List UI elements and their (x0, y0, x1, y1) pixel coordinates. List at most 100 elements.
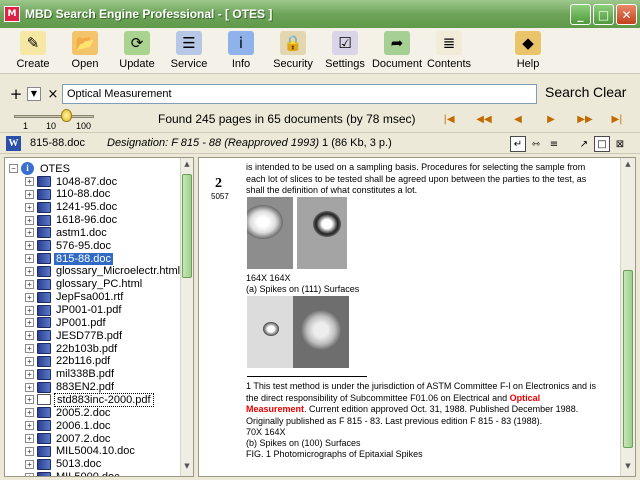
slider-tick-label: 10 (46, 121, 57, 131)
previous-document-icon[interactable]: ◀◀ (476, 112, 492, 126)
tree-item[interactable]: + mil338B.pdf (25, 368, 116, 381)
tree-root[interactable]: − i OTES (9, 162, 72, 175)
scroll-up-icon[interactable]: ▲ (623, 160, 633, 172)
expand-icon[interactable]: + (25, 434, 34, 443)
expand-icon[interactable]: + (25, 472, 34, 476)
expand-icon[interactable]: + (25, 408, 34, 418)
add-term-button[interactable]: + (9, 85, 23, 103)
tree-item[interactable]: +883EN2.pdf (25, 381, 116, 394)
document-book-icon (37, 201, 51, 213)
toolbar-open-button[interactable]: 📂 Open (62, 28, 108, 70)
scroll-down-icon[interactable]: ▼ (623, 462, 633, 474)
expand-icon[interactable]: + (25, 356, 34, 366)
search-button[interactable]: Search (545, 84, 589, 100)
maximize-button[interactable]: □ (593, 4, 614, 25)
toolbar-settings-button[interactable]: ☑ Settings (322, 28, 368, 70)
pointer-tool-icon[interactable]: ↗ (576, 136, 592, 152)
expand-icon[interactable]: + (25, 305, 34, 315)
tree-item[interactable]: + JP001-01.pdf (25, 304, 123, 317)
tree-item[interactable]: + MIL5000.doc (25, 471, 122, 476)
toolbar-security-button[interactable]: 🔒 Security (270, 28, 316, 70)
expand-icon[interactable]: + (25, 395, 34, 405)
scroll-up-icon[interactable]: ▲ (182, 160, 192, 172)
tree-item[interactable]: +5013.doc (25, 458, 103, 471)
tree-item[interactable]: +576-95.doc (25, 239, 113, 252)
search-input[interactable] (62, 84, 537, 104)
clear-button[interactable]: Clear (593, 84, 626, 100)
expand-icon[interactable]: + (25, 202, 34, 212)
expand-icon[interactable]: + (25, 228, 34, 238)
split-view-icon[interactable]: ⇿ (528, 136, 544, 152)
next-page-icon[interactable]: ▶ (543, 112, 559, 126)
first-result-icon[interactable]: |◀ (441, 112, 457, 126)
tree-item[interactable]: + MIL5004.10.doc (25, 445, 137, 458)
search-history-dropdown[interactable]: ▼ (27, 87, 41, 101)
expand-icon[interactable]: + (25, 177, 34, 186)
tree-item[interactable]: + glossary_Microelectr.html (25, 265, 181, 278)
tree-root-label: OTES (40, 162, 70, 175)
relevance-slider-thumb[interactable] (61, 109, 72, 122)
viewer-scroll-thumb[interactable] (623, 270, 633, 448)
close-button[interactable]: ✕ (616, 4, 637, 25)
next-document-icon[interactable]: ▶▶ (577, 112, 593, 126)
page-view-icon[interactable]: □ (594, 136, 610, 152)
tree-item[interactable]: +1618-96.doc (25, 214, 119, 227)
tree-item[interactable]: +1048-87.doc (25, 175, 119, 188)
tree-item[interactable]: + astm1.doc (25, 226, 109, 239)
last-result-icon[interactable]: ▶| (609, 112, 625, 126)
document-book-icon (37, 330, 51, 342)
tree-item[interactable]: +2005.2.doc (25, 406, 112, 419)
remove-term-button[interactable]: × (47, 87, 59, 102)
toolbar-document-button[interactable]: ➦ Document (372, 28, 422, 70)
tree-item[interactable]: +22b103b.pdf (25, 342, 119, 355)
tree-item[interactable]: +110-88.doc (25, 188, 112, 201)
previous-page-icon[interactable]: ◀ (510, 112, 526, 126)
expand-icon[interactable]: + (25, 369, 34, 379)
tree-item[interactable]: +2006.1.doc (25, 419, 112, 432)
expand-icon[interactable]: + (25, 382, 34, 392)
minimize-button[interactable]: _ (570, 4, 591, 25)
expand-icon[interactable]: + (25, 292, 34, 302)
tree-scrollbar[interactable]: ▲ ▼ (180, 158, 193, 476)
tree-item[interactable]: +2007.2.doc (25, 432, 112, 445)
toolbar-help-button[interactable]: ◆ Help (505, 28, 551, 70)
expand-icon[interactable]: + (25, 279, 34, 289)
expand-icon[interactable]: + (25, 344, 34, 354)
scroll-down-icon[interactable]: ▼ (182, 462, 192, 474)
collapse-icon[interactable]: − (9, 164, 18, 173)
expand-icon[interactable]: + (25, 331, 34, 341)
expand-icon[interactable]: + (25, 241, 34, 251)
document-book-icon (37, 355, 51, 367)
expand-icon[interactable]: + (25, 459, 34, 469)
close-document-icon[interactable]: ⊠ (612, 136, 628, 152)
list-view-icon[interactable]: ≡ (546, 136, 562, 152)
document-tree[interactable]: − i OTES +1048-87.doc +110-88.doc +1241-95.do… (4, 157, 194, 477)
expand-icon[interactable]: + (25, 318, 34, 328)
tree-item[interactable]: +22b116.pdf (25, 355, 112, 368)
toolbar-info-button[interactable]: i Info (218, 28, 264, 70)
viewer-scrollbar[interactable]: ▲ ▼ (620, 158, 635, 476)
tree-item[interactable]: +1241-95.doc (25, 201, 119, 214)
document-viewer[interactable]: 2 5057 is intended to be used on a sampl… (198, 157, 636, 477)
tree-item-label: 5013.doc (56, 458, 102, 471)
relevance-slider-track[interactable] (14, 115, 94, 118)
tree-item[interactable]: + JepFsa001.rtf (25, 291, 125, 304)
tree-item[interactable]: + JP001.pdf (25, 316, 108, 329)
expand-icon[interactable]: + (25, 421, 34, 431)
expand-icon[interactable]: + (25, 215, 34, 225)
tree-item[interactable]: + std883inc-2000.pdf (25, 392, 154, 407)
wrap-text-icon[interactable]: ↵ (510, 136, 526, 152)
toolbar-service-button[interactable]: ☰ Service (166, 28, 212, 70)
results-summary: Found 245 pages in 65 documents (by 78 m… (158, 112, 416, 126)
tree-scroll-thumb[interactable] (182, 174, 192, 278)
toolbar-create-button[interactable]: ✎ Create (10, 28, 56, 70)
expand-icon[interactable]: + (25, 189, 34, 199)
toolbar-update-button[interactable]: ⟳ Update (114, 28, 160, 70)
tree-item[interactable]: + JESD77B.pdf (25, 329, 124, 342)
expand-icon[interactable]: + (25, 254, 34, 264)
toolbar-contents-button[interactable]: ≣ Contents (426, 28, 472, 70)
tree-item[interactable]: +815-88.doc (25, 252, 114, 265)
tree-item[interactable]: + glossary_PC.html (25, 278, 144, 291)
expand-icon[interactable]: + (25, 266, 34, 276)
expand-icon[interactable]: + (25, 446, 34, 456)
